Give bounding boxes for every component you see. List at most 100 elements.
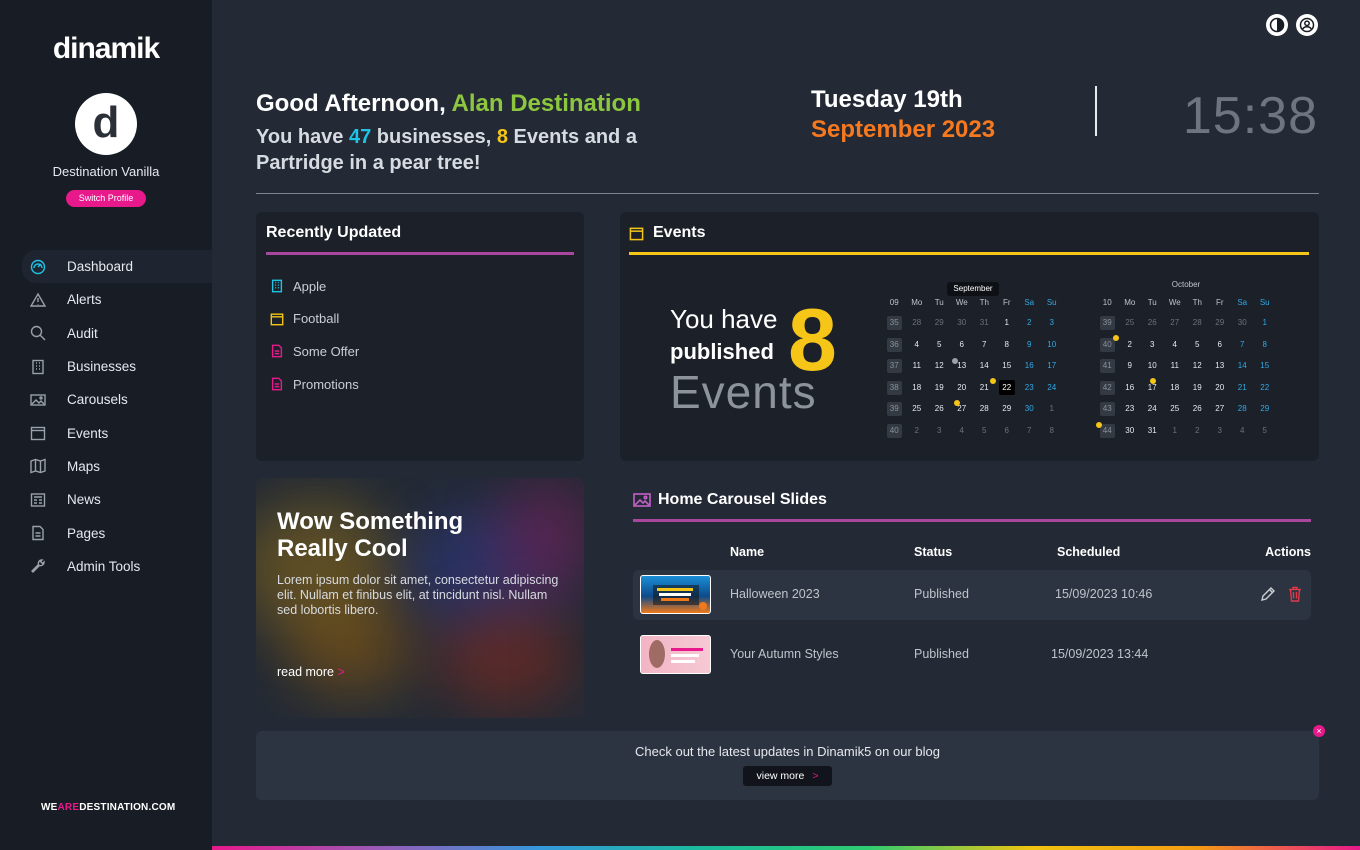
- calendar-day[interactable]: 13: [1209, 355, 1232, 377]
- calendar-day[interactable]: 1: [996, 312, 1019, 334]
- calendar-day[interactable]: 1: [1041, 398, 1064, 420]
- sidebar-item-events[interactable]: Events: [0, 416, 212, 449]
- calendar-day[interactable]: 14: [1231, 355, 1254, 377]
- calendar-day[interactable]: 23: [1018, 377, 1041, 399]
- calendar-day[interactable]: 9: [1018, 334, 1041, 356]
- calendar-day[interactable]: 16: [1018, 355, 1041, 377]
- calendar-day[interactable]: 25: [1164, 398, 1187, 420]
- calendar-day[interactable]: 12: [928, 355, 951, 377]
- view-more-button[interactable]: view more >: [743, 766, 832, 786]
- switch-profile-button[interactable]: Switch Profile: [66, 190, 146, 207]
- calendar-day[interactable]: 7: [1231, 334, 1254, 356]
- calendar-day[interactable]: 24: [1041, 377, 1064, 399]
- calendar-day[interactable]: 4: [906, 334, 929, 356]
- calendar-day[interactable]: 30: [1231, 312, 1254, 334]
- calendar-day[interactable]: 25: [1119, 312, 1142, 334]
- sidebar-item-news[interactable]: News: [0, 483, 212, 516]
- edit-icon[interactable]: [1259, 585, 1277, 603]
- calendar-day[interactable]: 15: [996, 355, 1019, 377]
- calendar-day[interactable]: 1: [1164, 420, 1187, 442]
- column-header-status[interactable]: Status: [914, 545, 952, 559]
- calendar-day[interactable]: 15: [1254, 355, 1277, 377]
- calendar-day[interactable]: 7: [1018, 420, 1041, 442]
- calendar-day[interactable]: 14: [973, 355, 996, 377]
- calendar-day[interactable]: 31: [1141, 420, 1164, 442]
- calendar-day[interactable]: 2: [1119, 334, 1142, 356]
- calendar-day[interactable]: 6: [1209, 334, 1232, 356]
- column-header-scheduled[interactable]: Scheduled: [1057, 545, 1120, 559]
- calendar-day[interactable]: 29: [996, 398, 1019, 420]
- calendar-day[interactable]: 2: [1018, 312, 1041, 334]
- table-row[interactable]: Your Autumn Styles Published 15/09/2023 …: [633, 630, 1311, 680]
- calendar-day[interactable]: 8: [1041, 420, 1064, 442]
- calendar-day[interactable]: 5: [973, 420, 996, 442]
- calendar-day[interactable]: 12: [1186, 355, 1209, 377]
- calendar-day[interactable]: 11: [1164, 355, 1187, 377]
- calendar-day[interactable]: 9: [1119, 355, 1142, 377]
- calendar-day[interactable]: 7: [973, 334, 996, 356]
- calendar-day[interactable]: 18: [906, 377, 929, 399]
- calendar-day[interactable]: 19: [928, 377, 951, 399]
- calendar-day[interactable]: 25: [906, 398, 929, 420]
- calendar-day[interactable]: 27: [1164, 312, 1187, 334]
- read-more-link[interactable]: read more >: [277, 665, 345, 679]
- recent-item-football[interactable]: Football: [270, 303, 359, 336]
- sidebar-item-carousels[interactable]: Carousels: [0, 383, 212, 416]
- calendar-day[interactable]: 30: [1119, 420, 1142, 442]
- column-header-name[interactable]: Name: [730, 545, 764, 559]
- sidebar-item-pages[interactable]: Pages: [0, 516, 212, 549]
- calendar-day[interactable]: 29: [1254, 398, 1277, 420]
- calendar-day[interactable]: 26: [928, 398, 951, 420]
- calendar-day[interactable]: 3: [928, 420, 951, 442]
- calendar-day[interactable]: 28: [1186, 312, 1209, 334]
- calendar-day[interactable]: 2: [906, 420, 929, 442]
- calendar-day[interactable]: 5: [1254, 420, 1277, 442]
- table-row[interactable]: Halloween 2023 Published 15/09/2023 10:4…: [633, 570, 1311, 620]
- recent-item-some-offer[interactable]: Some Offer: [270, 335, 359, 368]
- calendar-day[interactable]: 2: [1186, 420, 1209, 442]
- app-logo[interactable]: dinamik: [0, 32, 212, 66]
- sidebar-item-audit[interactable]: Audit: [0, 317, 212, 350]
- calendar-day[interactable]: 3: [1041, 312, 1064, 334]
- user-account-icon[interactable]: [1296, 14, 1318, 36]
- calendar-day[interactable]: 22: [1254, 377, 1277, 399]
- calendar-day[interactable]: 26: [1186, 398, 1209, 420]
- close-icon[interactable]: ×: [1313, 725, 1325, 737]
- calendar-day[interactable]: 29: [1209, 312, 1232, 334]
- calendar-day[interactable]: 1: [1254, 312, 1277, 334]
- contrast-toggle-icon[interactable]: [1266, 14, 1288, 36]
- calendar-day[interactable]: 23: [1119, 398, 1142, 420]
- calendar-day[interactable]: 17: [1041, 355, 1064, 377]
- calendar-day[interactable]: 3: [1141, 334, 1164, 356]
- calendar-day[interactable]: 28: [906, 312, 929, 334]
- recent-item-promotions[interactable]: Promotions: [270, 368, 359, 401]
- recent-item-apple[interactable]: Apple: [270, 270, 359, 303]
- calendar-day[interactable]: 24: [1141, 398, 1164, 420]
- calendar-day[interactable]: 10: [1141, 355, 1164, 377]
- sidebar-item-admin-tools[interactable]: Admin Tools: [0, 550, 212, 583]
- calendar-day[interactable]: 20: [951, 377, 974, 399]
- calendar-day[interactable]: 3: [1209, 420, 1232, 442]
- calendar-day[interactable]: 30: [1018, 398, 1041, 420]
- sidebar-item-alerts[interactable]: Alerts: [0, 283, 212, 316]
- calendar-day[interactable]: 6: [951, 334, 974, 356]
- calendar-day[interactable]: 4: [1231, 420, 1254, 442]
- calendar-day[interactable]: 29: [928, 312, 951, 334]
- sidebar-item-maps[interactable]: Maps: [0, 450, 212, 483]
- calendar-day[interactable]: 30: [951, 312, 974, 334]
- calendar-day[interactable]: 8: [1254, 334, 1277, 356]
- calendar-day[interactable]: 5: [1186, 334, 1209, 356]
- calendar-day[interactable]: 27: [1209, 398, 1232, 420]
- calendar-day[interactable]: 5: [928, 334, 951, 356]
- calendar-day[interactable]: 19: [1186, 377, 1209, 399]
- calendar-day[interactable]: 20: [1209, 377, 1232, 399]
- footer-brand-link[interactable]: WEAREDESTINATION.COM: [41, 802, 175, 813]
- calendar-day[interactable]: 4: [951, 420, 974, 442]
- calendar-day[interactable]: 28: [1231, 398, 1254, 420]
- delete-icon[interactable]: [1286, 585, 1304, 603]
- calendar-day[interactable]: 11: [906, 355, 929, 377]
- calendar-day[interactable]: 22: [996, 377, 1019, 399]
- calendar-day[interactable]: 18: [1164, 377, 1187, 399]
- calendar-day[interactable]: 8: [996, 334, 1019, 356]
- sidebar-item-businesses[interactable]: Businesses: [0, 350, 212, 383]
